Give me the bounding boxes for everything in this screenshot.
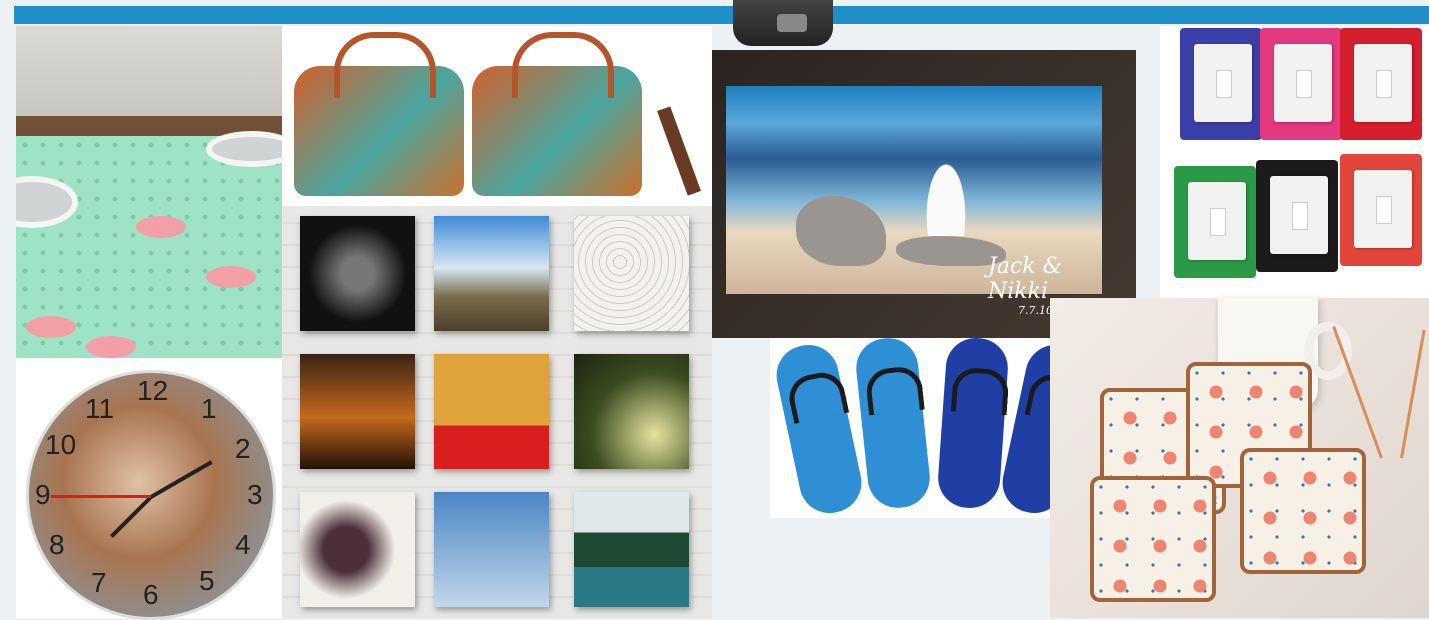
second-hand xyxy=(51,495,151,498)
bags-image xyxy=(282,26,712,206)
coasters-image xyxy=(1050,298,1429,618)
clock-face: 12 1 2 3 4 5 6 7 8 9 10 11 xyxy=(26,370,276,620)
canvas-wall-image xyxy=(282,206,712,618)
device-image xyxy=(733,0,833,46)
table-runner-image xyxy=(16,26,282,358)
top-banner xyxy=(14,6,1429,24)
hour-hand xyxy=(109,495,153,539)
switch-plates-image xyxy=(1160,26,1429,298)
photo-clock-image: 12 1 2 3 4 5 6 7 8 9 10 11 xyxy=(16,358,282,620)
minute-hand xyxy=(150,460,213,499)
wood-photo-print-image: Jack & Nikki 7.7.10 xyxy=(712,50,1136,338)
